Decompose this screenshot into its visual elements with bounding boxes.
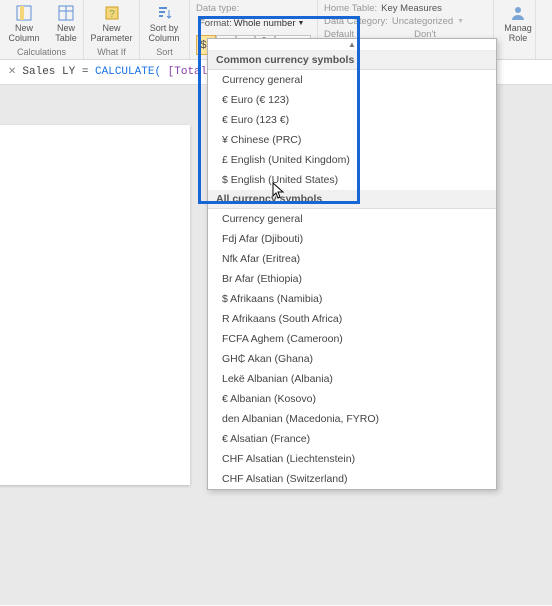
currency-option[interactable]: Fdj Afar (Djibouti) — [208, 229, 496, 249]
data-category-value: Uncategorized — [392, 16, 453, 27]
currency-option[interactable]: $ English (United States) — [208, 170, 496, 190]
cursor-icon — [272, 182, 286, 200]
currency-option[interactable]: Nfk Afar (Eritrea) — [208, 249, 496, 269]
new-table-button[interactable]: New Table — [48, 2, 84, 45]
dropdown-header-common: Common currency symbols — [208, 51, 496, 70]
data-type-label: Data type: — [196, 3, 239, 14]
new-parameter-button[interactable]: ? New Parameter — [90, 2, 133, 45]
manage-roles-label: Manag Role — [504, 23, 532, 43]
home-table-label: Home Table: — [324, 3, 377, 14]
new-parameter-label: New Parameter — [90, 23, 132, 43]
currency-option[interactable]: FCFA Aghem (Cameroon) — [208, 329, 496, 349]
new-column-label: New Column — [8, 23, 39, 43]
dropdown-header-all: All currency symbols — [208, 190, 496, 209]
person-gear-icon — [509, 4, 527, 22]
report-page: wcasing Sales F — [0, 125, 190, 485]
currency-option[interactable]: $ Afrikaans (Namibia) — [208, 289, 496, 309]
scroll-up-arrow[interactable]: ▲ — [208, 39, 496, 51]
currency-icon: $ — [200, 39, 206, 51]
currency-option[interactable]: CHF Alsatian (Liechtenstein) — [208, 449, 496, 469]
format-value: Whole number — [234, 18, 296, 29]
currency-option[interactable]: £ English (United Kingdom) — [208, 150, 496, 170]
new-column-button[interactable]: New Column — [6, 2, 42, 45]
currency-option[interactable]: Currency general — [208, 209, 496, 229]
format-label: Format: — [199, 18, 232, 29]
group-label-sort: Sort — [146, 47, 183, 57]
chevron-down-icon: ▼ — [457, 18, 464, 25]
currency-option[interactable]: CHF Alsatian (Switzerland) — [208, 469, 496, 489]
currency-option[interactable]: € Euro (123 €) — [208, 110, 496, 130]
currency-option[interactable]: R Afrikaans (South Africa) — [208, 309, 496, 329]
currency-option[interactable]: € Euro (€ 123) — [208, 90, 496, 110]
currency-option[interactable]: € Albanian (Kosovo) — [208, 389, 496, 409]
currency-option[interactable]: € Alsatian (France) — [208, 429, 496, 449]
parameter-icon: ? — [103, 4, 121, 22]
manage-roles-button[interactable]: Manag Role — [500, 2, 536, 45]
svg-text:?: ? — [109, 9, 115, 20]
home-table-value: Key Measures — [381, 3, 442, 14]
group-security: Manag Role — [494, 0, 536, 59]
formula-function: CALCULATE( — [95, 66, 161, 78]
group-whatif: ? New Parameter What If — [84, 0, 140, 59]
chevron-down-icon: ▼ — [298, 20, 305, 27]
sort-icon — [155, 4, 173, 22]
page-title: wcasing Sales F — [0, 175, 190, 201]
currency-option[interactable]: Br Afar (Ethiopia) — [208, 269, 496, 289]
table-icon — [57, 4, 75, 22]
sort-label: Sort by Column — [148, 23, 179, 43]
currency-option[interactable]: Currency general — [208, 70, 496, 90]
group-label-calculations: Calculations — [6, 47, 77, 57]
sort-by-column-button[interactable]: Sort by Column — [146, 2, 182, 45]
measure-name: Sales LY — [22, 66, 75, 78]
currency-dropdown-panel: ▲ Common currency symbols Currency gener… — [207, 38, 497, 490]
group-calculations: New Column New Table Calculations — [0, 0, 84, 59]
currency-option[interactable]: den Albanian (Macedonia, FYRO) — [208, 409, 496, 429]
close-icon[interactable]: ✕ — [8, 66, 16, 78]
format-dropdown[interactable]: Format: Whole number ▼ — [196, 16, 311, 31]
currency-option[interactable]: ¥ Chinese (PRC) — [208, 130, 496, 150]
column-icon — [15, 4, 33, 22]
currency-option[interactable]: GH₵ Akan (Ghana) — [208, 349, 496, 369]
currency-option[interactable]: Lekë Albanian (Albania) — [208, 369, 496, 389]
data-category-label: Data Category: — [324, 16, 388, 27]
new-table-label: New Table — [55, 23, 77, 43]
group-label-whatif: What If — [90, 47, 133, 57]
group-sort: Sort by Column Sort — [140, 0, 190, 59]
